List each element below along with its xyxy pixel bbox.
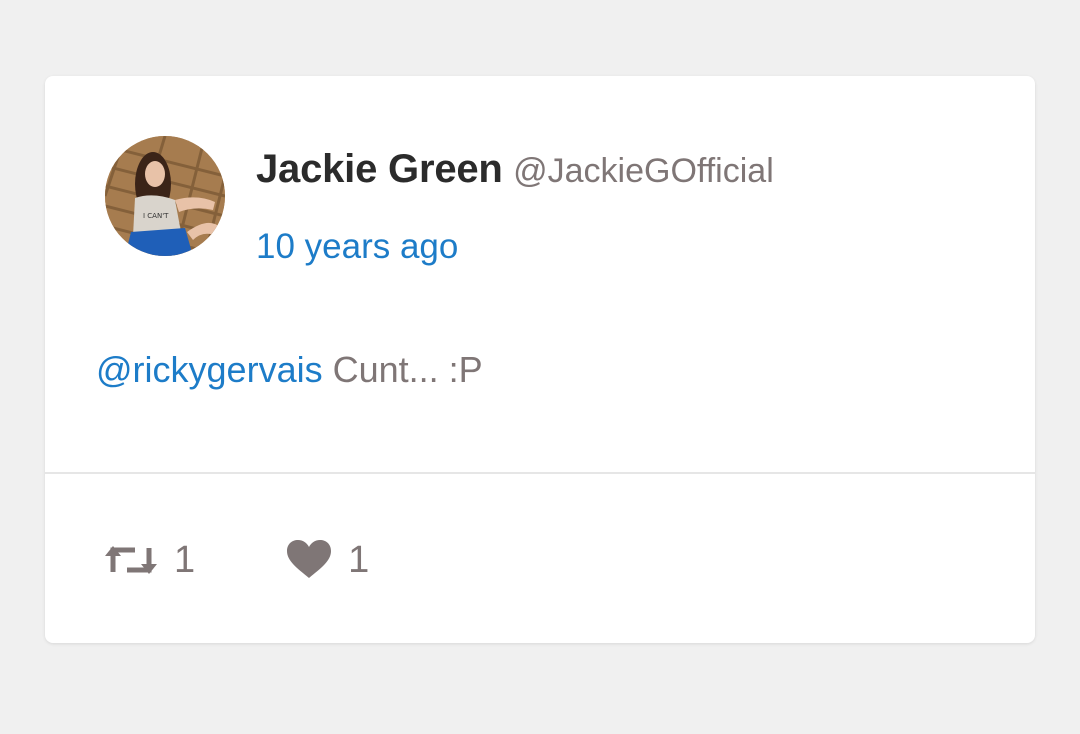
tweet-text: Cunt... :P bbox=[322, 349, 483, 390]
avatar-image: I CAN'T bbox=[105, 136, 225, 256]
svg-text:I CAN'T: I CAN'T bbox=[143, 212, 169, 220]
tweet-timestamp[interactable]: 10 years ago bbox=[256, 224, 458, 270]
avatar[interactable]: I CAN'T bbox=[105, 136, 225, 256]
author-row: Jackie Green @JackieGOfficial bbox=[256, 144, 774, 203]
author-display-name[interactable]: Jackie Green bbox=[256, 147, 503, 191]
author-handle[interactable]: @JackieGOfficial bbox=[513, 152, 774, 190]
heart-icon bbox=[287, 540, 332, 578]
like-button[interactable]: 1 bbox=[287, 538, 369, 582]
retweet-button[interactable]: 1 bbox=[105, 538, 195, 582]
divider bbox=[45, 472, 1035, 474]
mention-link[interactable]: @rickygervais bbox=[96, 349, 323, 390]
retweet-count: 1 bbox=[174, 539, 196, 581]
like-count: 1 bbox=[348, 539, 370, 581]
tweet-actions: 1 1 bbox=[105, 538, 369, 582]
retweet-icon bbox=[105, 546, 157, 574]
tweet-card: I CAN'T Jackie Green @JackieGOfficial 10… bbox=[45, 76, 1035, 643]
tweet-body: @rickygervais Cunt... :P bbox=[96, 346, 483, 394]
